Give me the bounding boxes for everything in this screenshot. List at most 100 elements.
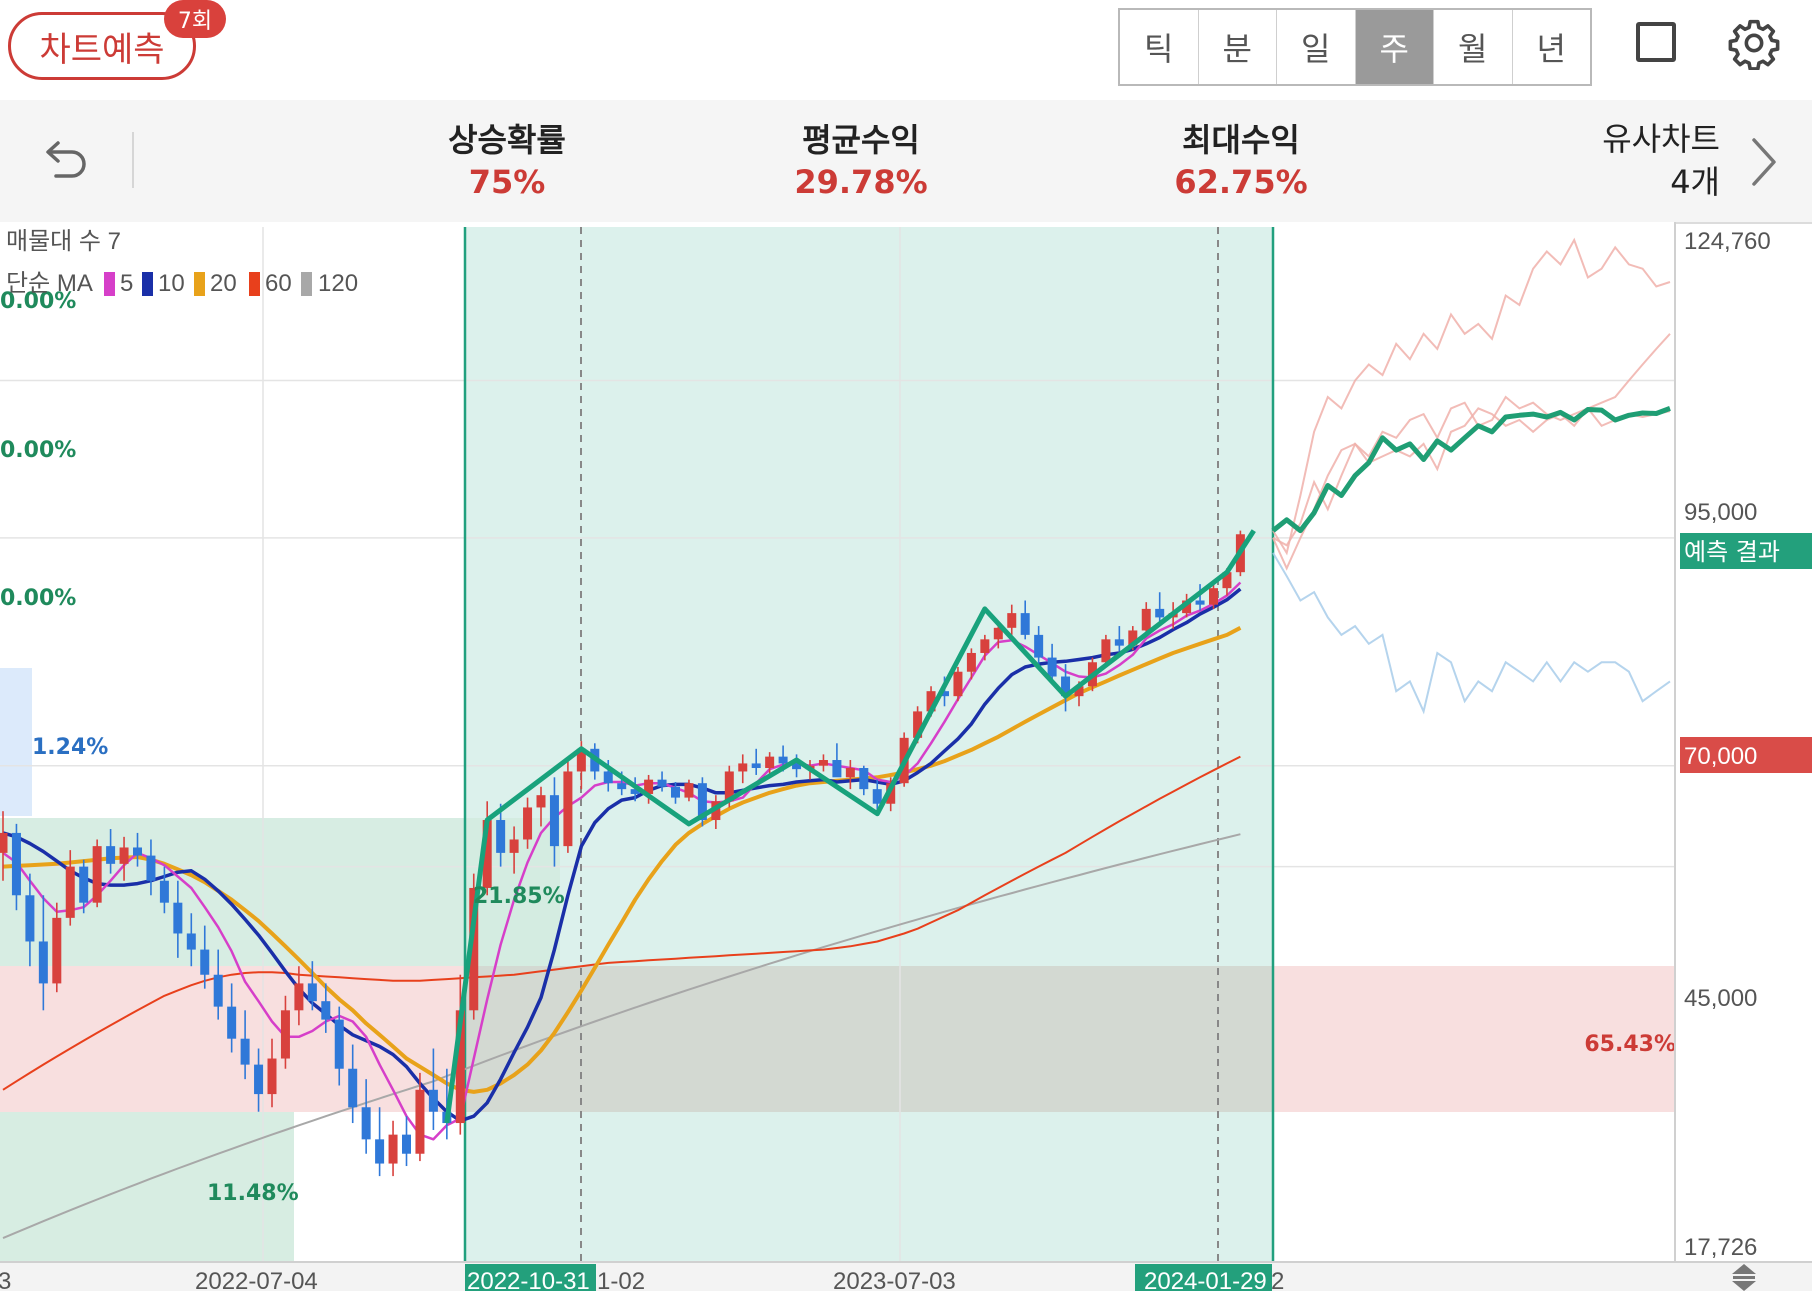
candle-body — [549, 795, 559, 847]
stock-chart[interactable]: 0.00% 0.00% 0.00% 1.24% 21.85% 65.43% 11… — [0, 222, 1812, 1291]
candle — [563, 760, 573, 853]
undo-back-icon[interactable] — [36, 132, 92, 188]
stats-bar: 상승확률 75% 평균수익 29.78% 최대수익 62.75% 유사차트 4개 — [0, 100, 1812, 224]
predict-count-badge: 7회 — [164, 0, 226, 38]
volume-profile-legend: 매물대 수 7 — [6, 228, 121, 255]
volume-profile-label-7: 11.48% — [207, 1181, 299, 1206]
candle-body — [872, 789, 882, 804]
candle-body — [159, 880, 169, 903]
similar-charts-label: 유사차트 — [1602, 120, 1720, 158]
x-tick-label-highlight: 2024-01-29 — [1144, 1268, 1267, 1291]
x-tick-label: 3 — [0, 1268, 11, 1291]
period-tab-week[interactable]: 주 — [1355, 10, 1434, 84]
candle-body — [388, 1134, 398, 1164]
ma60-swatch — [249, 272, 260, 296]
ma10-swatch — [142, 272, 153, 296]
candle-body — [25, 895, 35, 942]
candle-body — [428, 1089, 438, 1112]
ma120-swatch — [301, 272, 312, 296]
candle-body — [1195, 600, 1205, 605]
y-tick-label: 17,726 — [1684, 1234, 1757, 1261]
x-tick-label: 2 — [1271, 1268, 1284, 1291]
gear-icon[interactable] — [1727, 16, 1781, 70]
volume-profile-label-3: 0.00% — [0, 586, 76, 611]
candle-body — [173, 902, 183, 934]
candle-body — [684, 783, 694, 798]
candle-body — [254, 1064, 264, 1095]
candle-body — [738, 763, 748, 772]
volume-profile-overlap — [465, 966, 1273, 1112]
period-tab-month[interactable]: 월 — [1434, 10, 1513, 84]
candle-body — [1141, 608, 1151, 631]
candle-body — [106, 846, 116, 864]
candle-body — [563, 771, 573, 847]
ma60-label: 60 — [265, 270, 292, 297]
stat-rise-probability-value: 75% — [468, 163, 546, 201]
period-tab-year[interactable]: 년 — [1513, 10, 1591, 84]
candle-body — [1155, 608, 1165, 618]
candle-body — [146, 855, 156, 881]
candle-body — [523, 807, 533, 840]
volume-profile-label-2: 0.00% — [0, 438, 76, 463]
candle-body — [1114, 639, 1124, 646]
ma5-label: 5 — [120, 270, 133, 297]
ma-legend-title: 단순 MA — [6, 270, 93, 297]
candle-body — [38, 941, 48, 984]
stat-average-return: 평균수익 29.78% — [746, 120, 976, 204]
period-tab-tick[interactable]: 틱 — [1120, 10, 1199, 84]
stats-divider — [132, 132, 134, 188]
candle-body — [240, 1038, 250, 1065]
candle-body — [845, 768, 855, 778]
candle-body — [1101, 639, 1111, 663]
period-selector: 틱 분 일 주 월 년 — [1118, 8, 1592, 86]
candle-body — [375, 1139, 385, 1164]
candle-body — [227, 1006, 237, 1039]
fullscreen-square-icon[interactable] — [1636, 22, 1676, 62]
volume-profile-label-5: 21.85% — [473, 884, 565, 909]
current-price-tag: 70,000 — [1680, 737, 1812, 773]
candle — [92, 839, 102, 908]
candle-body — [1034, 634, 1044, 658]
candle-body — [980, 639, 990, 653]
volume-profile-label-6: 65.43% — [1584, 1032, 1676, 1057]
candle-body — [859, 768, 869, 790]
similar-charts-count: 4개 — [1670, 163, 1720, 201]
candle-body — [186, 933, 196, 950]
candle-body — [11, 832, 21, 896]
current-price-tag-text: 70,000 — [1684, 743, 1757, 770]
similar-charts-link[interactable]: 유사차트 4개 — [1560, 118, 1720, 204]
candle-body — [213, 974, 223, 1007]
stat-average-return-label: 평균수익 — [802, 121, 920, 159]
candle-body — [536, 795, 546, 808]
candle-body — [1020, 613, 1030, 635]
period-tab-minute[interactable]: 분 — [1199, 10, 1277, 84]
stat-rise-probability-label: 상승확률 — [448, 121, 566, 159]
candle-body — [657, 779, 667, 787]
candle-body — [0, 832, 8, 853]
candle-body — [348, 1068, 358, 1108]
x-tick-label: 2023-07-03 — [833, 1268, 956, 1291]
ma20-swatch — [194, 272, 205, 296]
chart-predict-label: 차트예측 — [39, 29, 165, 70]
x-tick-label: 1-02 — [597, 1268, 645, 1291]
volume-profile-bar-1 — [0, 668, 32, 816]
candle-body — [751, 763, 761, 769]
candle-body — [79, 866, 89, 903]
y-tick-label: 45,000 — [1684, 985, 1757, 1012]
candle-body — [52, 917, 62, 984]
candle-body — [818, 760, 828, 766]
chevron-right-icon[interactable] — [1748, 136, 1778, 188]
candle-body — [671, 786, 680, 798]
period-tab-day[interactable]: 일 — [1277, 10, 1356, 84]
candle-body — [267, 1058, 277, 1095]
candle-body — [415, 1089, 425, 1154]
candle — [953, 666, 963, 702]
candle-body — [496, 820, 506, 853]
candle-body — [200, 949, 210, 975]
candle-body — [402, 1134, 411, 1154]
candle-body — [603, 771, 613, 784]
candle-body — [832, 760, 842, 778]
candle-body — [65, 866, 75, 918]
candle-body — [509, 839, 519, 853]
ma10-label: 10 — [158, 270, 185, 297]
